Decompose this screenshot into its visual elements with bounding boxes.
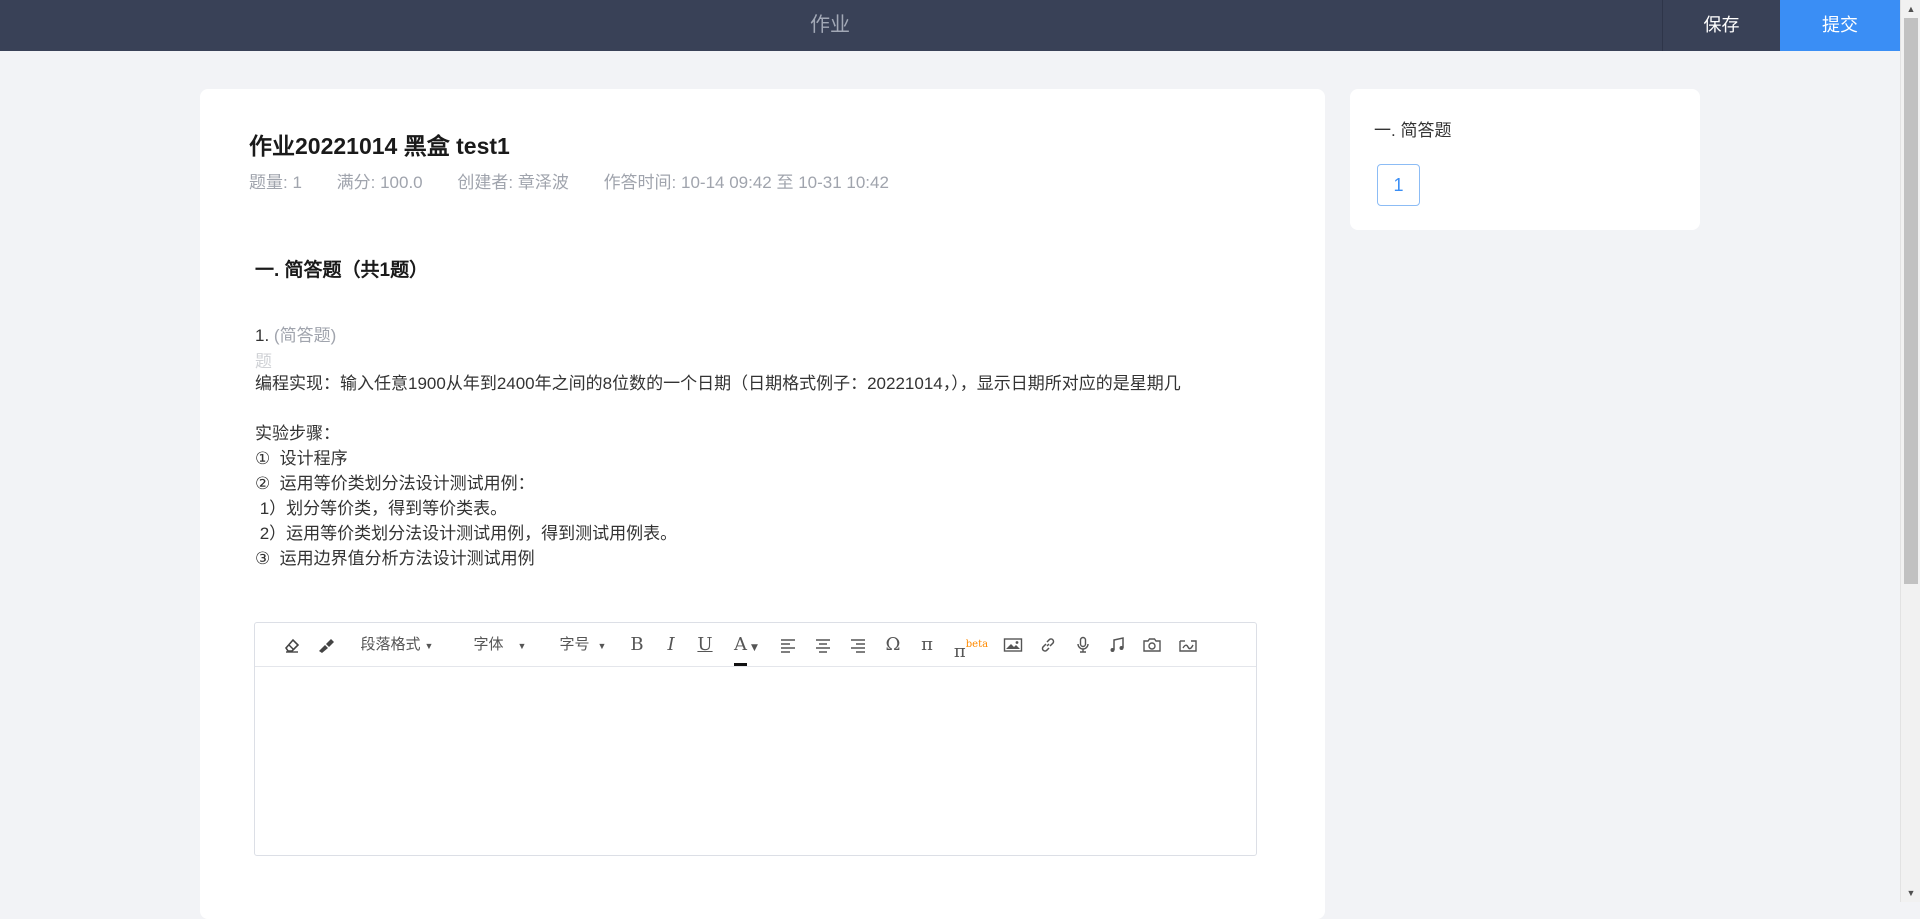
formula-beta-button[interactable]: πbeta [951,623,991,667]
bold-button[interactable]: B [627,623,647,667]
editor-content-area[interactable] [255,667,1256,855]
scroll-down-arrow-icon[interactable]: ▼ [1901,884,1920,902]
music-icon[interactable] [1107,623,1127,667]
microphone-icon[interactable] [1073,623,1093,667]
answer-time: 作答时间: 10-14 09:42 至 10-31 10:42 [603,173,889,192]
question-small-label: 题 [255,352,272,371]
question-header: 1. (简答题) [255,321,336,346]
caret-down-icon: ▼ [424,641,434,651]
underline-button[interactable]: U [695,623,715,667]
question-nav-button-1[interactable]: 1 [1377,164,1420,206]
camera-icon[interactable] [1141,623,1163,667]
creator: 创建者: 章泽波 [457,173,569,192]
font-color-label: A [734,623,748,667]
homework-meta: 题量: 1 满分: 100.0 创建者: 章泽波 作答时间: 10-14 09:… [249,168,889,193]
format-brush-icon[interactable] [315,623,337,667]
question-navigator: 一. 简答题 1 [1350,89,1700,230]
paragraph-format-dropdown[interactable]: 段落格式 ▼ [357,623,437,667]
eraser-icon[interactable] [281,623,303,667]
formula-button[interactable]: π [917,623,937,667]
beta-tag: beta [965,639,989,650]
italic-button[interactable]: I [662,623,680,667]
font-family-dropdown[interactable]: 字体 ▼ [469,623,531,667]
align-left-icon[interactable] [778,623,798,667]
section-title: 一. 简答题（共1题） [255,260,429,281]
font-size-label: 字号 [559,636,590,653]
font-family-label: 字体 [473,636,504,653]
question-type: (简答题) [273,326,337,345]
caret-down-icon: ▼ [517,641,527,651]
question-number: 1. [255,326,274,345]
answer-editor: 段落格式 ▼ 字体 ▼ 字号 ▼ B I U A ▼ Ω π πbeta [254,622,1257,856]
font-size-dropdown[interactable]: 字号 ▼ [555,623,611,667]
vertical-scrollbar[interactable]: ▲ ▼ [1900,0,1920,902]
page-title: 作业 [810,14,850,36]
align-center-icon[interactable] [813,623,833,667]
signature-icon[interactable] [1177,623,1199,667]
special-char-button[interactable]: Ω [882,623,904,667]
top-bar: 作业 保存 提交 [0,0,1900,51]
image-icon[interactable] [1002,623,1024,667]
homework-title: 作业20221014 黑盒 test1 [249,133,510,159]
submit-button[interactable]: 提交 [1780,0,1900,51]
scroll-up-arrow-icon[interactable]: ▲ [1901,0,1920,18]
formula-beta-label: π [953,641,966,662]
full-score: 满分: 100.0 [336,173,423,192]
font-color-button[interactable]: A ▼ [729,623,763,667]
editor-toolbar: 段落格式 ▼ 字体 ▼ 字号 ▼ B I U A ▼ Ω π πbeta [255,623,1256,667]
save-button[interactable]: 保存 [1662,0,1780,51]
navigator-section-label: 一. 简答题 [1374,121,1452,140]
link-icon[interactable] [1038,623,1058,667]
scroll-thumb[interactable] [1904,18,1918,584]
align-right-icon[interactable] [848,623,868,667]
caret-down-icon: ▼ [751,643,758,653]
question-body: 编程实现：输入任意1900从年到2400年之间的8位数的一个日期（日期格式例子：… [255,374,1181,568]
question-count: 题量: 1 [249,173,302,192]
caret-down-icon: ▼ [597,641,607,651]
homework-card: 作业20221014 黑盒 test1 题量: 1 满分: 100.0 创建者:… [200,89,1325,919]
paragraph-format-label: 段落格式 [360,636,421,653]
